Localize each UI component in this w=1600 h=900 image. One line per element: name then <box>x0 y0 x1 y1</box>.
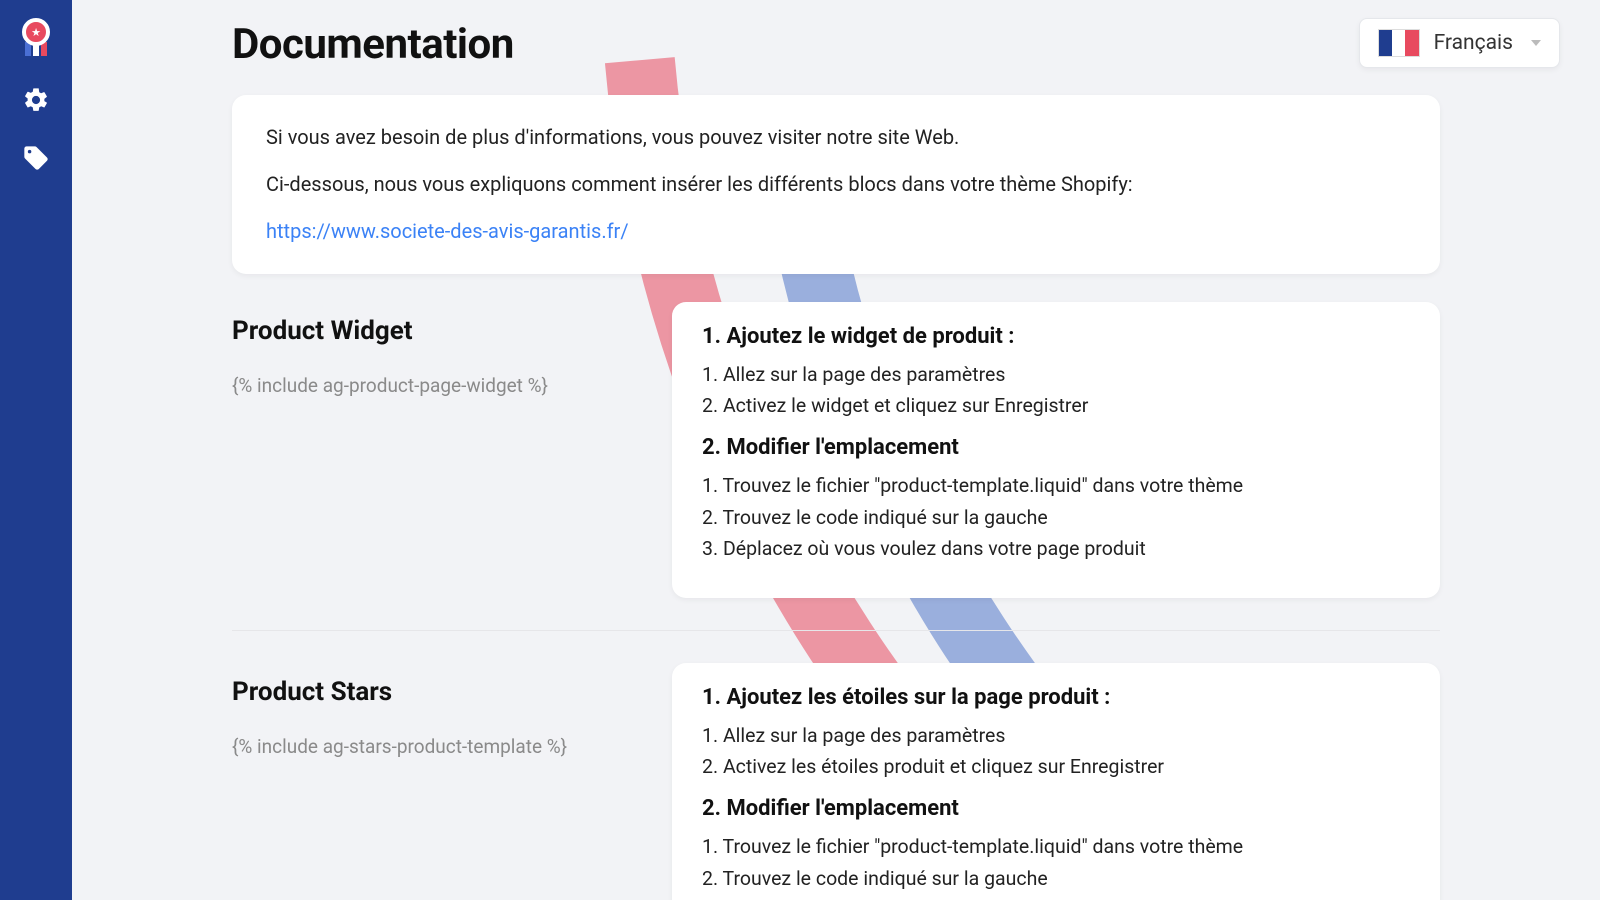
step-line: 3. Déplacez où vous voulez dans votre pa… <box>702 533 1410 564</box>
tag-icon[interactable] <box>22 144 50 172</box>
step-line: 2. Trouvez le code indiqué sur la gauche <box>702 502 1410 533</box>
flag-france-icon <box>1378 29 1420 57</box>
step-heading: 2. Modifier l'emplacement <box>702 796 1410 821</box>
intro-link[interactable]: https://www.societe-des-avis-garantis.fr… <box>266 219 629 243</box>
step-heading: 1. Ajoutez les étoiles sur la page produ… <box>702 685 1410 710</box>
section-code-snippet: {% include ag-stars-product-template %} <box>232 735 632 758</box>
step-line: 2. Trouvez le code indiqué sur la gauche <box>702 863 1410 894</box>
doc-section-product-widget: Product Widget {% include ag-product-pag… <box>232 302 1440 598</box>
step-heading: 1. Ajoutez le widget de produit : <box>702 324 1410 349</box>
step-line: 3. Déplacez où vous voulez dans votre pa… <box>702 894 1410 900</box>
language-selector[interactable]: Français <box>1359 18 1560 68</box>
section-steps-card: 1. Ajoutez le widget de produit : 1. All… <box>672 302 1440 598</box>
step-line: 1. Trouvez le fichier "product-template.… <box>702 831 1410 862</box>
step-line: 2. Activez les étoiles produit et clique… <box>702 751 1410 782</box>
doc-section-product-stars: Product Stars {% include ag-stars-produc… <box>232 630 1440 900</box>
intro-text-2: Ci-dessous, nous vous expliquons comment… <box>266 170 1406 199</box>
settings-icon[interactable] <box>22 86 50 114</box>
section-code-snippet: {% include ag-product-page-widget %} <box>232 374 632 397</box>
step-line: 1. Trouvez le fichier "product-template.… <box>702 470 1410 501</box>
page-title: Documentation <box>232 20 1440 69</box>
language-label: Français <box>1434 31 1513 55</box>
main-content: Documentation Si vous avez besoin de plu… <box>72 0 1600 900</box>
intro-card: Si vous avez besoin de plus d'informatio… <box>232 95 1440 274</box>
section-steps-card: 1. Ajoutez les étoiles sur la page produ… <box>672 663 1440 900</box>
sidebar <box>0 0 72 900</box>
app-logo[interactable] <box>22 18 50 56</box>
section-title: Product Widget <box>232 316 632 346</box>
step-heading: 2. Modifier l'emplacement <box>702 435 1410 460</box>
chevron-down-icon <box>1531 40 1541 46</box>
step-line: 1. Allez sur la page des paramètres <box>702 359 1410 390</box>
step-line: 1. Allez sur la page des paramètres <box>702 720 1410 751</box>
step-line: 2. Activez le widget et cliquez sur Enre… <box>702 390 1410 421</box>
section-title: Product Stars <box>232 677 632 707</box>
intro-text-1: Si vous avez besoin de plus d'informatio… <box>266 123 1406 152</box>
